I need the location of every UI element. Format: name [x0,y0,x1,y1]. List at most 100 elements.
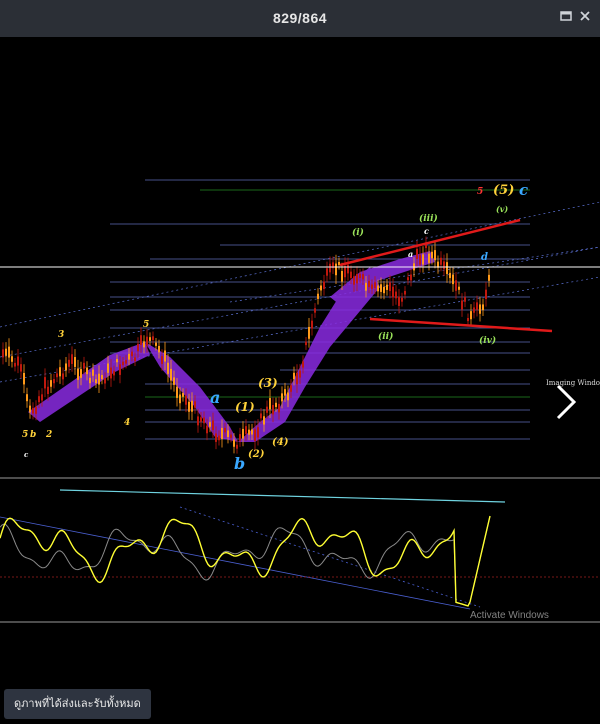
candle-body [431,251,433,259]
candle-body [104,378,106,384]
candle-body [275,402,277,407]
candle-body [116,359,118,363]
wave-label: (ii) [378,331,393,342]
view-all-images-button[interactable]: ดูภาพที่ได้ส่งและรับทั้งหมด [4,689,151,719]
candle-body [92,369,94,376]
candle-body [398,296,400,306]
candle-body [407,277,409,281]
candle-body [272,405,274,415]
elliott-wave-chart: 5 b 2c345ab(1)(2)(3)(4)(i)(ii)(iii)(iv)(v)… [0,179,600,623]
restore-icon[interactable] [557,9,575,27]
wave-label: 5 [477,187,483,197]
candle-body [278,403,280,413]
candle-body [260,413,262,419]
candle-body [95,379,97,384]
candle-body [35,406,37,414]
candle-body [140,335,142,346]
close-icon[interactable] [576,9,594,27]
candle-body [263,416,265,425]
candle-body [125,360,127,364]
candle-body [110,367,112,379]
candle-body [176,386,178,398]
candle-body [362,274,364,280]
candle-body [308,326,310,339]
candle-body [149,337,151,341]
candle-body [422,254,424,265]
candle-body [179,394,181,404]
candle-body [440,257,442,265]
candle-body [161,356,163,364]
candle-body [74,357,76,367]
candle-body [200,417,202,422]
candle-body [29,405,31,413]
candle-body [170,368,172,381]
candle-body [152,336,154,340]
candle-body [290,385,292,392]
candle-body [122,361,124,366]
wave-label: b [30,430,36,440]
candle-body [101,375,103,380]
candle-body [458,286,460,290]
candle-body [389,282,391,292]
chart-image: 5 b 2 c 3 4 5 a b (1) (2) (3) (4) (i) (ii) (iii) (iv) (v)… [0,37,600,677]
window-titlebar: 829/864 [0,0,600,37]
candle-body [227,430,229,438]
candle-body [137,343,139,352]
candle-body [476,302,478,310]
candle-body [188,401,190,412]
candle-body [164,350,166,362]
candle-body [434,250,436,261]
candle-body [485,289,487,299]
candle-body [269,398,271,410]
candle-body [482,304,484,311]
candle-body [404,290,406,295]
candle-body [194,401,196,408]
candle-body [221,427,223,439]
candle-body [446,262,448,274]
wave-label: d [481,252,488,263]
candle-body [68,359,70,367]
candle-body [197,416,199,426]
candle-body [218,435,220,441]
candle-body [236,444,238,449]
candle-body [317,293,319,299]
candle-body [17,356,19,366]
wave-label: (v) [496,204,508,214]
candle-body [293,372,295,380]
candle-body [464,297,466,302]
candle-body [233,439,235,447]
candle-body [62,373,64,380]
candle-body [146,336,148,346]
candle-body [107,363,109,373]
wave-label: (1) [235,400,255,414]
wave-label: (3) [258,376,278,390]
wave-label: c [519,181,528,199]
candle-body [488,274,490,281]
wave-label: a [210,388,220,407]
wave-label: (4) [272,437,289,448]
candle-body [185,395,187,405]
candle-body [131,351,133,357]
candle-body [287,392,289,401]
wave-label: 3 [58,330,64,340]
candle-body [53,379,55,384]
candle-body [311,320,313,329]
candle-body [416,248,418,259]
candle-body [248,429,250,435]
candle-body [326,268,328,276]
candle-body [173,377,175,385]
wave-label: (i) [352,227,364,238]
candle-body [212,420,214,431]
chevron-right-icon[interactable] [548,380,588,424]
candle-body [386,284,388,290]
candle-body [83,362,85,369]
candle-body [281,393,283,402]
candle-body [134,357,136,362]
candle-body [89,377,91,384]
candle-body [383,286,385,294]
wave-label: b [234,454,245,473]
candle-body [359,273,361,279]
candle-body [11,356,13,362]
candle-body [473,307,475,313]
candle-body [479,304,481,314]
